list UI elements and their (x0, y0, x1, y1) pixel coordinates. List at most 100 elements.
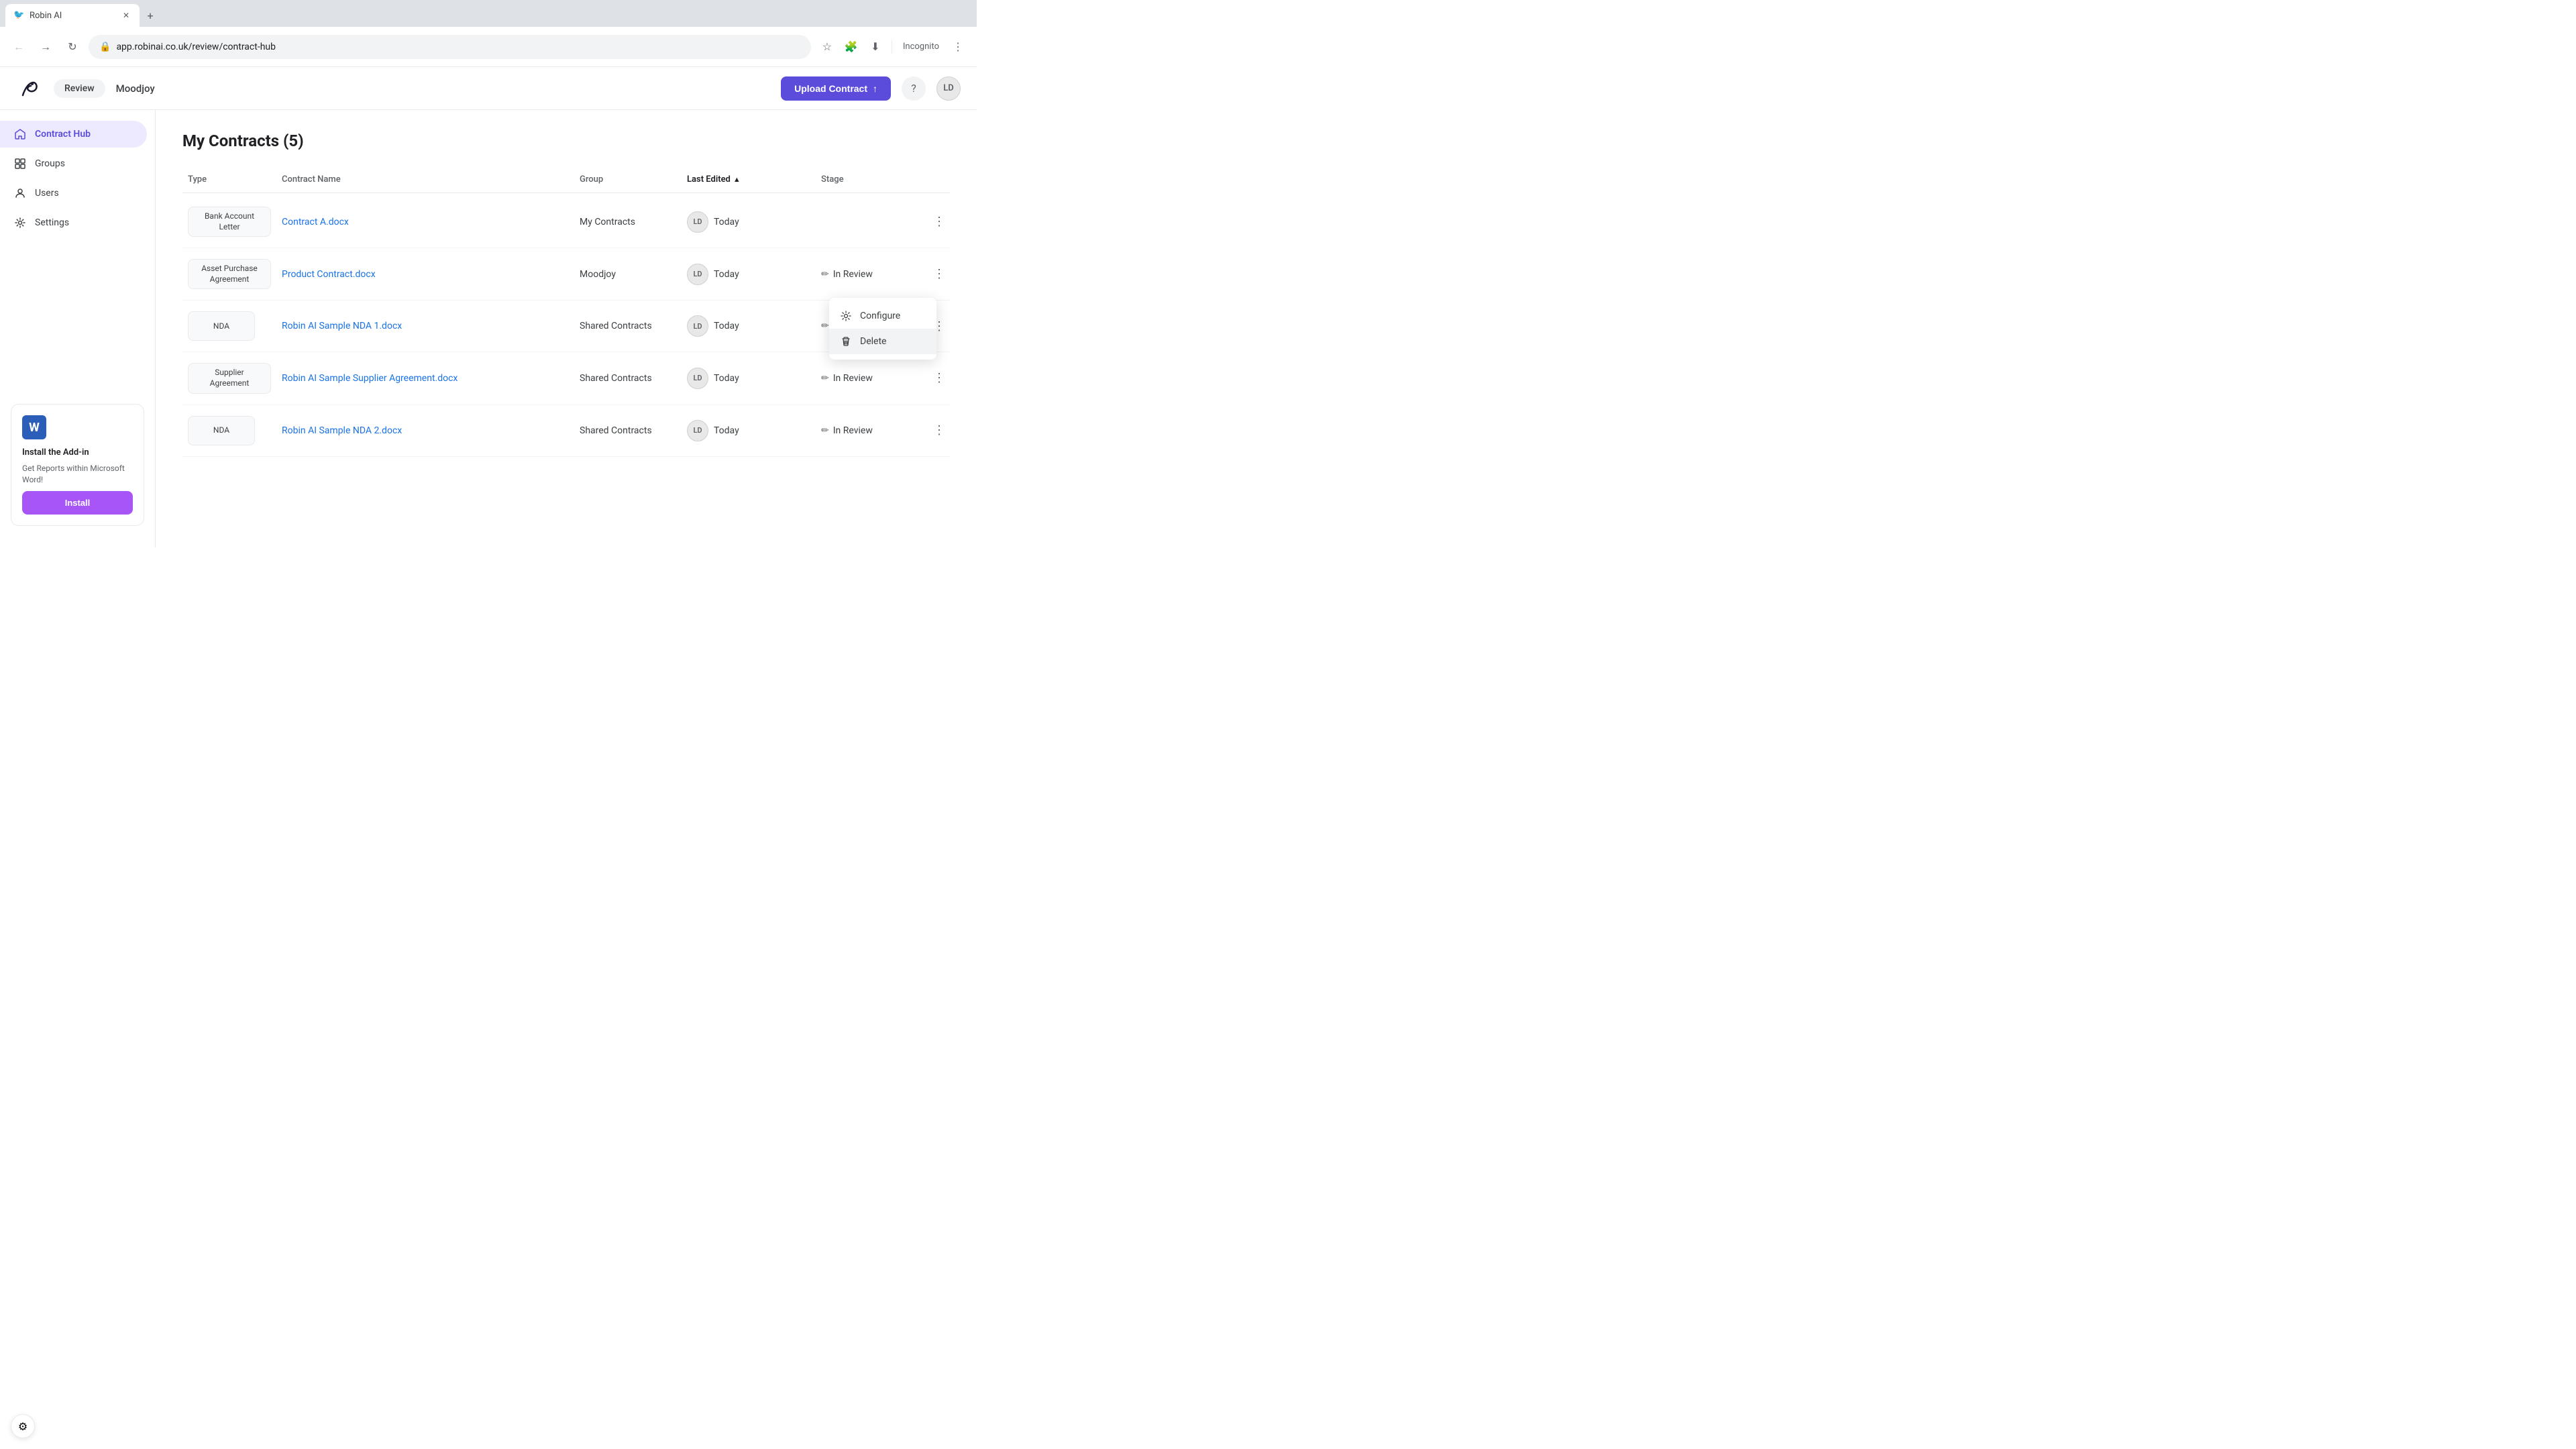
group-name: Shared Contracts (580, 321, 652, 331)
type-badge: NDA (188, 416, 255, 445)
sidebar-item-contract-hub[interactable]: Contract Hub (0, 121, 147, 148)
avatar-cell: LD Today (682, 209, 816, 235)
contract-link[interactable]: Product Contract.docx (282, 269, 376, 280)
floating-icon: ⚙ (18, 1420, 28, 1433)
last-edited-text: Today (714, 425, 739, 436)
action-cell: ⋮ (923, 365, 950, 392)
extension-button[interactable]: 🧩 (841, 36, 862, 58)
contract-name-cell: Robin AI Sample NDA 1.docx (276, 318, 574, 334)
group-name: Shared Contracts (580, 373, 652, 384)
page-content: My Contracts (5) Type Contract Name Grou… (156, 110, 977, 547)
delete-label: Delete (860, 336, 886, 347)
stage-edit-icon: ✏ (821, 425, 829, 436)
install-addon-button[interactable]: Install (22, 491, 133, 515)
header-last-edited[interactable]: Last Edited ▲ (682, 172, 816, 187)
more-options-button[interactable]: ⋮ (928, 368, 950, 389)
context-menu-delete[interactable]: Delete (829, 329, 936, 354)
contract-link[interactable]: Robin AI Sample NDA 1.docx (282, 321, 402, 331)
reload-button[interactable]: ↻ (62, 36, 83, 58)
sidebar-item-settings[interactable]: Settings (0, 209, 147, 236)
bookmark-button[interactable]: ☆ (816, 36, 838, 58)
more-options-button[interactable]: ⋮ (928, 211, 950, 233)
contract-link[interactable]: Contract A.docx (282, 217, 349, 227)
table-row: Asset Purchase Agreement Product Contrac… (182, 248, 950, 301)
app-header: Review Moodjoy Upload Contract ↑ ? LD (0, 67, 977, 110)
word-icon: W (22, 415, 46, 439)
action-cell: ⋮ (923, 261, 950, 288)
group-name: My Contracts (580, 217, 635, 227)
configure-label: Configure (860, 311, 900, 321)
url-text: app.robinai.co.uk/review/contract-hub (116, 42, 276, 52)
sidebar-item-groups[interactable]: Groups (0, 150, 147, 177)
download-button[interactable]: ⬇ (865, 36, 886, 58)
page-title: My Contracts (5) (182, 131, 950, 150)
addon-title: Install the Add-in (22, 447, 133, 458)
main-content: Contract Hub Groups (0, 110, 977, 547)
back-button[interactable]: ← (8, 36, 30, 58)
configure-icon (840, 310, 852, 322)
browser-tabs: 🐦 Robin AI ✕ + (0, 0, 977, 27)
context-menu-configure[interactable]: Configure (829, 303, 936, 329)
group-cell: Moodjoy (574, 266, 682, 282)
group-cell: Shared Contracts (574, 423, 682, 439)
incognito-badge: Incognito (898, 39, 945, 54)
address-bar[interactable]: 🔒 app.robinai.co.uk/review/contract-hub (89, 35, 811, 59)
header-group: Group (574, 172, 682, 187)
type-cell: Bank Account Letter (182, 204, 276, 239)
action-cell: ⋮ (923, 417, 950, 444)
type-badge: Supplier Agreement (188, 363, 271, 393)
upload-label: Upload Contract (794, 83, 867, 94)
help-button[interactable]: ? (902, 76, 926, 101)
tab-title: Robin AI (30, 11, 115, 21)
stage-cell (816, 219, 923, 225)
more-options-button[interactable]: ⋮ (928, 420, 950, 441)
tab-close-button[interactable]: ✕ (121, 10, 131, 21)
sidebar-bottom: W Install the Add-in Get Reports within … (0, 393, 155, 537)
last-edited-text: Today (714, 217, 739, 227)
stage-text: In Review (833, 373, 873, 384)
review-nav-pill[interactable]: Review (54, 79, 105, 98)
sidebar: Contract Hub Groups (0, 110, 156, 547)
tab-favicon: 🐦 (13, 10, 24, 21)
robin-logo-icon (17, 76, 42, 101)
app-layout: Review Moodjoy Upload Contract ↑ ? LD Co… (0, 67, 977, 547)
addon-description: Get Reports within Microsoft Word! (22, 463, 133, 486)
table-row: Bank Account Letter Contract A.docx My C… (182, 196, 950, 248)
type-cell: Asset Purchase Agreement (182, 256, 276, 292)
user-avatar-button[interactable]: LD (936, 76, 961, 101)
contract-name-cell: Robin AI Sample Supplier Agreement.docx (276, 370, 574, 386)
header-stage: Stage (816, 172, 923, 187)
contract-link[interactable]: Robin AI Sample NDA 2.docx (282, 425, 402, 436)
menu-button[interactable]: ⋮ (947, 36, 969, 58)
stage-cell: ✏ In Review (816, 423, 923, 439)
upload-contract-button[interactable]: Upload Contract ↑ (781, 76, 891, 101)
contract-link[interactable]: Robin AI Sample Supplier Agreement.docx (282, 373, 458, 384)
type-cell: NDA (182, 309, 276, 343)
avatar-cell: LD Today (682, 417, 816, 444)
sort-icon: ▲ (733, 175, 741, 184)
table-row: Supplier Agreement Robin AI Sample Suppl… (182, 352, 950, 405)
sidebar-item-users[interactable]: Users (0, 180, 147, 207)
table-row: NDA Robin AI Sample NDA 2.docx Shared Co… (182, 405, 950, 457)
stage-edit-icon: ✏ (821, 269, 829, 280)
contract-name-cell: Robin AI Sample NDA 2.docx (276, 423, 574, 439)
header-actions (923, 172, 950, 187)
type-badge: Bank Account Letter (188, 207, 271, 237)
home-icon (13, 127, 27, 141)
header-type: Type (182, 172, 276, 187)
active-tab[interactable]: 🐦 Robin AI ✕ (5, 4, 140, 27)
type-badge: NDA (188, 311, 255, 341)
new-tab-button[interactable]: + (141, 6, 160, 25)
type-cell: Supplier Agreement (182, 360, 276, 396)
lock-icon: 🔒 (99, 42, 111, 52)
workspace-name: Moodjoy (116, 83, 155, 95)
stage-text: In Review (833, 269, 873, 280)
type-cell: NDA (182, 413, 276, 448)
context-menu: Configure Delete (829, 298, 936, 360)
floating-help-badge[interactable]: ⚙ (11, 1414, 35, 1438)
row-avatar: LD (687, 368, 708, 389)
stage-text: In Review (833, 425, 873, 436)
more-options-button[interactable]: ⋮ (928, 264, 950, 285)
group-name: Moodjoy (580, 269, 616, 280)
forward-button[interactable]: → (35, 36, 56, 58)
